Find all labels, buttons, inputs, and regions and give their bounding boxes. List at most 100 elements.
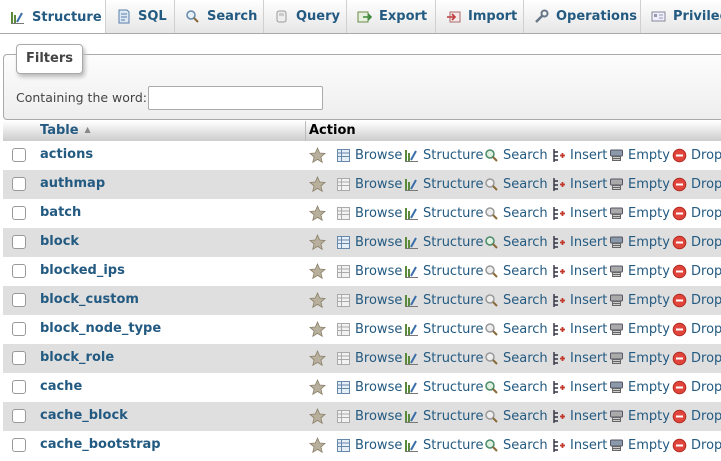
tab-query[interactable]: Query <box>264 0 347 33</box>
drop-action-link[interactable]: Drop <box>672 199 721 228</box>
insert-action-link[interactable]: Insert <box>551 315 607 344</box>
browse-action-link[interactable]: Browse <box>336 257 402 286</box>
search-action-link[interactable]: Search <box>484 402 548 431</box>
search-action-link[interactable]: Search <box>484 431 548 460</box>
empty-action-link[interactable]: Empty <box>609 315 670 344</box>
drop-action-link[interactable]: Drop <box>672 228 721 257</box>
browse-action-link[interactable]: Browse <box>336 141 402 170</box>
structure-action-link[interactable]: Structure <box>404 199 483 228</box>
row-checkbox[interactable] <box>12 235 26 249</box>
empty-action-link[interactable]: Empty <box>609 286 670 315</box>
row-checkbox[interactable] <box>12 177 26 191</box>
favorite-star-icon[interactable] <box>309 205 326 222</box>
tab-import[interactable]: Import <box>436 0 524 33</box>
empty-action-link[interactable]: Empty <box>609 170 670 199</box>
favorite-star-icon[interactable] <box>309 263 326 280</box>
empty-action-link[interactable]: Empty <box>609 228 670 257</box>
structure-action-link[interactable]: Structure <box>404 257 483 286</box>
row-checkbox[interactable] <box>12 206 26 220</box>
table-name-link[interactable]: cache_bootstrap <box>40 437 161 452</box>
structure-action-link[interactable]: Structure <box>404 344 483 373</box>
browse-action-link[interactable]: Browse <box>336 228 402 257</box>
browse-action-link[interactable]: Browse <box>336 199 402 228</box>
favorite-star-icon[interactable] <box>309 408 326 425</box>
row-checkbox[interactable] <box>12 293 26 307</box>
table-name-link[interactable]: blocked_ips <box>40 263 125 278</box>
table-name-link[interactable]: cache <box>40 379 82 394</box>
row-checkbox[interactable] <box>12 351 26 365</box>
browse-action-link[interactable]: Browse <box>336 315 402 344</box>
structure-action-link[interactable]: Structure <box>404 315 483 344</box>
insert-action-link[interactable]: Insert <box>551 344 607 373</box>
search-action-link[interactable]: Search <box>484 344 548 373</box>
tab-export[interactable]: Export <box>347 0 436 33</box>
insert-action-link[interactable]: Insert <box>551 373 607 402</box>
insert-action-link[interactable]: Insert <box>551 228 607 257</box>
browse-action-link[interactable]: Browse <box>336 431 402 460</box>
search-action-link[interactable]: Search <box>484 141 548 170</box>
favorite-star-icon[interactable] <box>309 321 326 338</box>
table-name-link[interactable]: block <box>40 234 79 249</box>
row-checkbox[interactable] <box>12 380 26 394</box>
drop-action-link[interactable]: Drop <box>672 170 721 199</box>
browse-action-link[interactable]: Browse <box>336 170 402 199</box>
search-action-link[interactable]: Search <box>484 199 548 228</box>
favorite-star-icon[interactable] <box>309 350 326 367</box>
drop-action-link[interactable]: Drop <box>672 141 721 170</box>
empty-action-link[interactable]: Empty <box>609 402 670 431</box>
empty-action-link[interactable]: Empty <box>609 373 670 402</box>
search-action-link[interactable]: Search <box>484 373 548 402</box>
structure-action-link[interactable]: Structure <box>404 286 483 315</box>
drop-action-link[interactable]: Drop <box>672 402 721 431</box>
drop-action-link[interactable]: Drop <box>672 344 721 373</box>
insert-action-link[interactable]: Insert <box>551 170 607 199</box>
table-name-link[interactable]: batch <box>40 205 81 220</box>
tab-operations[interactable]: Operations <box>524 0 641 33</box>
tab-privileges[interactable]: Privileges <box>641 0 721 33</box>
empty-action-link[interactable]: Empty <box>609 344 670 373</box>
row-checkbox[interactable] <box>12 409 26 423</box>
insert-action-link[interactable]: Insert <box>551 431 607 460</box>
favorite-star-icon[interactable] <box>309 379 326 396</box>
tab-sql[interactable]: SQL <box>106 0 175 33</box>
browse-action-link[interactable]: Browse <box>336 402 402 431</box>
browse-action-link[interactable]: Browse <box>336 344 402 373</box>
search-action-link[interactable]: Search <box>484 257 548 286</box>
favorite-star-icon[interactable] <box>309 292 326 309</box>
structure-action-link[interactable]: Structure <box>404 373 483 402</box>
favorite-star-icon[interactable] <box>309 176 326 193</box>
search-action-link[interactable]: Search <box>484 286 548 315</box>
structure-action-link[interactable]: Structure <box>404 431 483 460</box>
drop-action-link[interactable]: Drop <box>672 257 721 286</box>
tab-search[interactable]: Search <box>175 0 264 33</box>
favorite-star-icon[interactable] <box>309 437 326 454</box>
insert-action-link[interactable]: Insert <box>551 286 607 315</box>
drop-action-link[interactable]: Drop <box>672 286 721 315</box>
tab-structure[interactable]: Structure <box>0 0 106 33</box>
drop-action-link[interactable]: Drop <box>672 315 721 344</box>
table-name-link[interactable]: block_node_type <box>40 321 161 336</box>
insert-action-link[interactable]: Insert <box>551 199 607 228</box>
row-checkbox[interactable] <box>12 322 26 336</box>
insert-action-link[interactable]: Insert <box>551 402 607 431</box>
search-action-link[interactable]: Search <box>484 170 548 199</box>
drop-action-link[interactable]: Drop <box>672 431 721 460</box>
table-name-link[interactable]: actions <box>40 147 93 162</box>
empty-action-link[interactable]: Empty <box>609 141 670 170</box>
row-checkbox[interactable] <box>12 264 26 278</box>
favorite-star-icon[interactable] <box>309 234 326 251</box>
table-column-header[interactable]: Table ▲ <box>40 123 91 138</box>
structure-action-link[interactable]: Structure <box>404 402 483 431</box>
search-action-link[interactable]: Search <box>484 228 548 257</box>
structure-action-link[interactable]: Structure <box>404 228 483 257</box>
empty-action-link[interactable]: Empty <box>609 431 670 460</box>
empty-action-link[interactable]: Empty <box>609 199 670 228</box>
filter-input[interactable] <box>148 86 323 110</box>
search-action-link[interactable]: Search <box>484 315 548 344</box>
drop-action-link[interactable]: Drop <box>672 373 721 402</box>
insert-action-link[interactable]: Insert <box>551 141 607 170</box>
structure-action-link[interactable]: Structure <box>404 170 483 199</box>
table-name-link[interactable]: cache_block <box>40 408 128 423</box>
browse-action-link[interactable]: Browse <box>336 373 402 402</box>
favorite-star-icon[interactable] <box>309 147 326 164</box>
